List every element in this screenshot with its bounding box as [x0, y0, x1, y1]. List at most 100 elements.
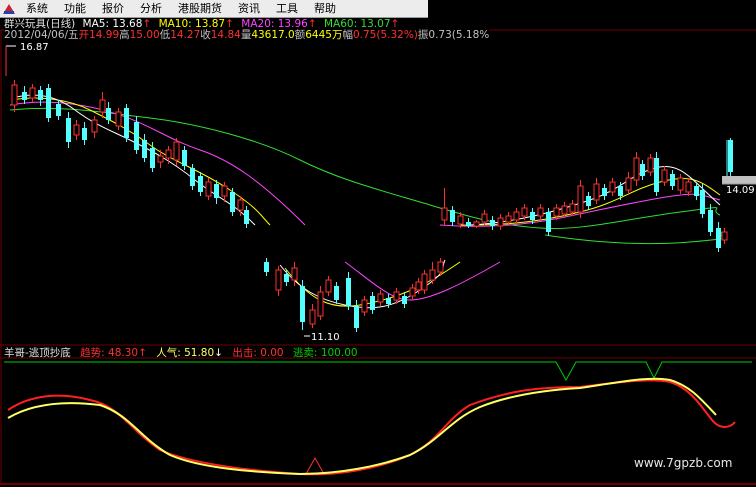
amplitude-value: 0.73(5.18%	[428, 29, 490, 41]
app-logo-icon	[0, 0, 18, 17]
volume-value: 43617.0	[251, 29, 295, 41]
candle	[361, 299, 368, 313]
indicator-name: 羊哥-逃顶抄底	[4, 347, 71, 359]
candle	[346, 278, 351, 306]
high-price-label: 16.87	[20, 42, 49, 53]
candle	[602, 188, 607, 196]
candle	[309, 309, 316, 325]
change-value: 0.75(5.32%)	[352, 29, 418, 41]
menu-item-analysis[interactable]: 分析	[132, 0, 170, 17]
popularity-arrow: ↓	[214, 347, 223, 359]
candlestick-series[interactable]	[11, 80, 733, 332]
quote-info: 2012/04/06/五开14.99高15.00低14.27收14.84量436…	[4, 29, 490, 41]
candle	[670, 174, 675, 186]
escape-value: 逃卖: 100.00	[292, 347, 358, 359]
candle	[708, 210, 713, 232]
candle	[586, 196, 591, 206]
open-label: 开	[78, 29, 90, 41]
volume-label: 量	[240, 29, 252, 41]
candle	[450, 210, 455, 222]
candle	[661, 169, 668, 183]
candle	[284, 274, 289, 282]
candle	[437, 261, 444, 273]
amplitude-label: 振	[417, 29, 429, 41]
candle	[393, 291, 400, 301]
candle	[291, 267, 298, 281]
bottom-spike	[305, 456, 325, 475]
candle	[46, 88, 51, 118]
candle	[237, 199, 244, 211]
candle	[530, 212, 535, 220]
low-marker: 11.10	[304, 332, 340, 343]
menu-item-quote[interactable]: 报价	[94, 0, 132, 17]
candle	[244, 210, 249, 224]
candle	[700, 190, 705, 214]
attack-value: 出击: 0.00	[232, 347, 284, 359]
candle	[441, 207, 448, 221]
menu-item-tools[interactable]: 工具	[268, 0, 306, 17]
candle	[409, 287, 416, 297]
candle	[677, 177, 684, 191]
menu-item-help[interactable]: 帮助	[306, 0, 344, 17]
candle	[230, 192, 235, 212]
candle	[561, 205, 568, 215]
candle	[647, 157, 654, 173]
high-value: 15.00	[129, 29, 160, 41]
candle	[300, 286, 305, 322]
stock-chart-canvas[interactable]: 16.87 × × 11.10 14.09	[0, 0, 756, 487]
candle	[354, 306, 359, 328]
candle	[214, 184, 219, 198]
candle	[165, 149, 172, 159]
candle	[497, 217, 504, 227]
menu-item-hk-futures[interactable]: 港股期货	[170, 0, 230, 17]
candle	[264, 262, 269, 272]
candle	[569, 203, 576, 213]
candle	[694, 186, 699, 196]
candle	[29, 87, 36, 99]
candle	[429, 269, 436, 281]
candle	[325, 279, 332, 293]
candle	[537, 207, 544, 217]
menu-item-function[interactable]: 功能	[56, 0, 94, 17]
candle	[421, 273, 428, 291]
candle	[198, 176, 203, 192]
candle	[275, 269, 282, 291]
candle	[38, 90, 43, 100]
candle	[134, 122, 139, 150]
candle	[553, 207, 560, 217]
low-price-label: 11.10	[311, 332, 340, 343]
candle	[386, 298, 391, 304]
candle	[157, 155, 164, 163]
candle	[66, 118, 71, 142]
low-label: 低	[159, 29, 171, 41]
current-price-tag: 14.09	[722, 140, 756, 196]
ma60-line-tail	[544, 231, 723, 245]
candle	[402, 296, 407, 304]
candle	[716, 228, 721, 248]
quote-date: 2012/04/06/五	[4, 29, 79, 41]
candle	[182, 150, 187, 166]
current-price-label: 14.09	[726, 185, 755, 196]
candle	[377, 293, 384, 303]
trend-line	[7, 379, 736, 476]
candle	[593, 183, 600, 201]
candle	[221, 185, 228, 197]
candle	[457, 215, 464, 225]
change-label: 幅	[342, 29, 353, 41]
amount-value: 6445万	[305, 29, 343, 41]
trend-value: 趋势: 48.30	[80, 347, 139, 359]
candle	[505, 215, 512, 223]
menu-item-system[interactable]: 系统	[18, 0, 56, 17]
candle	[618, 186, 623, 196]
candle	[334, 286, 339, 300]
indicator-header: 羊哥-逃顶抄底 趋势: 48.30↑ 人气: 51.80↓ 出击: 0.00 逃…	[4, 347, 358, 359]
candle	[173, 141, 180, 161]
candle	[115, 111, 122, 127]
candle	[106, 108, 111, 120]
candle	[466, 222, 471, 226]
candle	[124, 108, 129, 138]
candle	[99, 99, 106, 113]
low-value: 14.27	[170, 29, 201, 41]
menu-item-news[interactable]: 资讯	[230, 0, 268, 17]
close-value: 14.84	[210, 29, 241, 41]
